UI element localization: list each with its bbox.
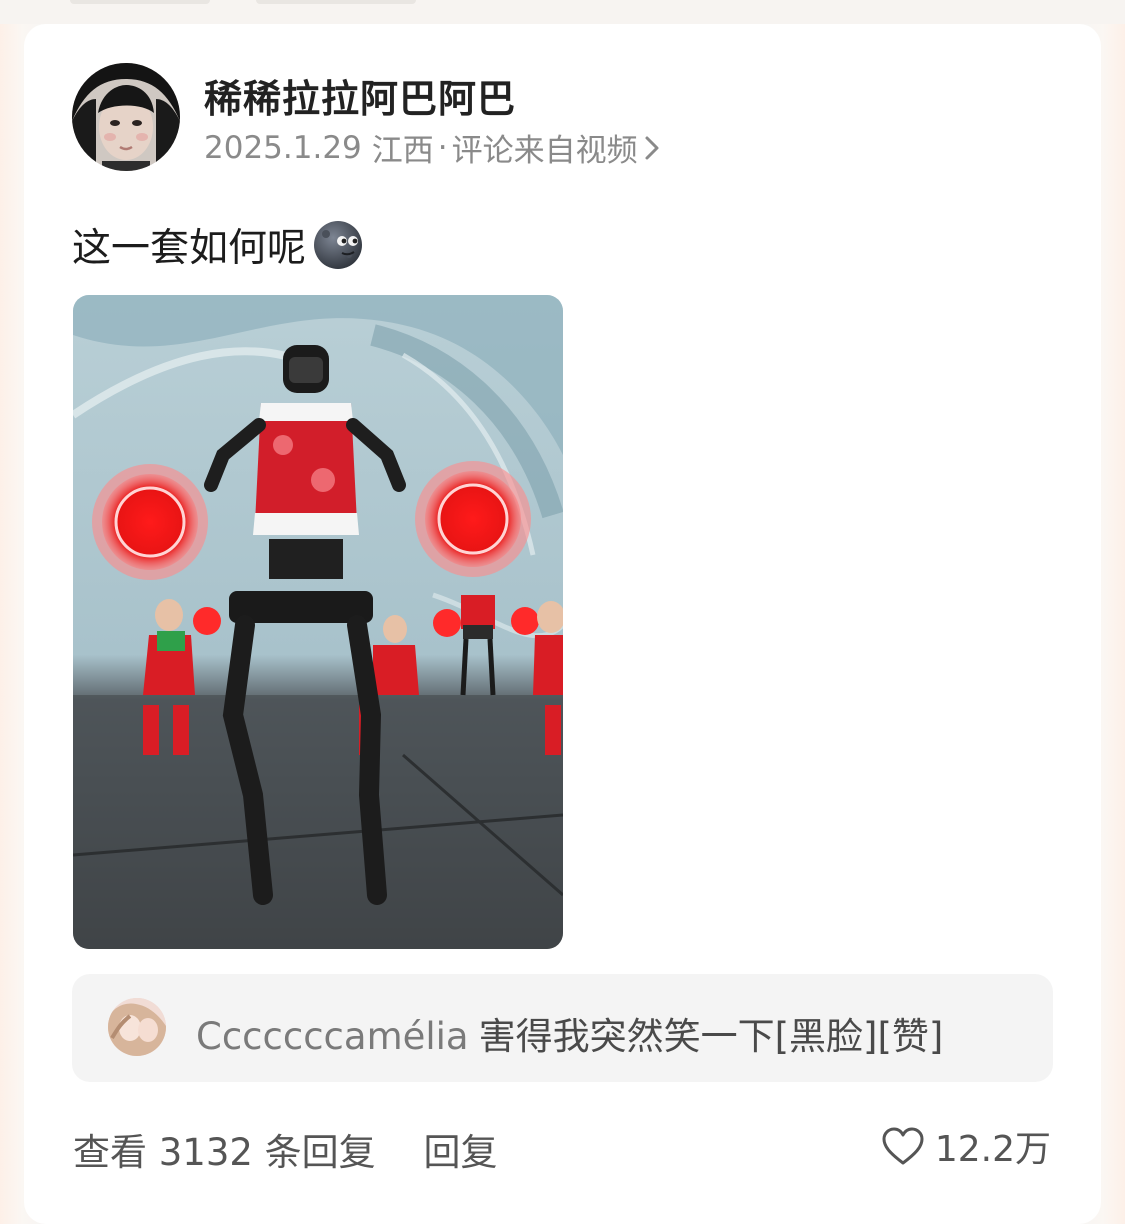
post-location: 江西 [371,133,434,169]
reply-avatar-image [108,998,166,1056]
username[interactable]: 稀稀拉拉阿巴阿巴 [204,68,516,123]
top-strip-segment [256,0,416,4]
meta-separator: · [437,129,448,166]
reply-preview[interactable]: Cccccccamélia 害得我突然笑一下[黑脸][赞] [72,974,1053,1082]
reply-avatar[interactable] [108,998,166,1056]
comment-body: 这一套如何呢 [72,226,307,271]
post-source: 评论来自视频 [451,133,638,169]
chevron-right-icon [645,136,659,159]
like-count: 12.2万 [934,1129,1051,1170]
avatar-image [72,63,180,171]
reply-line: Cccccccamélia 害得我突然笑一下[黑脸][赞] [196,1006,943,1060]
footer-actions: 查看 3132 条回复 回复 [73,1122,497,1176]
heart-icon [882,1127,924,1165]
robot-dance-image [73,295,563,949]
reply-content: 害得我突然笑一下[黑脸][赞] [478,1015,944,1058]
top-strip-segment [70,0,210,4]
like-button[interactable]: 12.2万 [881,1120,1051,1172]
post-date: 2025.1.29 [204,129,362,166]
reply-button[interactable]: 回复 [423,1131,497,1174]
avatar[interactable] [72,63,180,171]
moon-face-icon [314,221,363,269]
view-replies-link[interactable]: 查看 3132 条回复 [73,1131,376,1174]
comment-card: 稀稀拉拉阿巴阿巴 2025.1.29 江西 · 评论来自视频 这一套如何呢 Cc… [24,24,1101,1224]
attached-image[interactable] [73,295,563,949]
top-strip [0,0,1125,24]
post-meta[interactable]: 2025.1.29 江西 · 评论来自视频 [204,125,660,170]
comment-text: 这一套如何呢 [72,217,364,273]
reply-username[interactable]: Cccccccamélia [196,1015,469,1058]
